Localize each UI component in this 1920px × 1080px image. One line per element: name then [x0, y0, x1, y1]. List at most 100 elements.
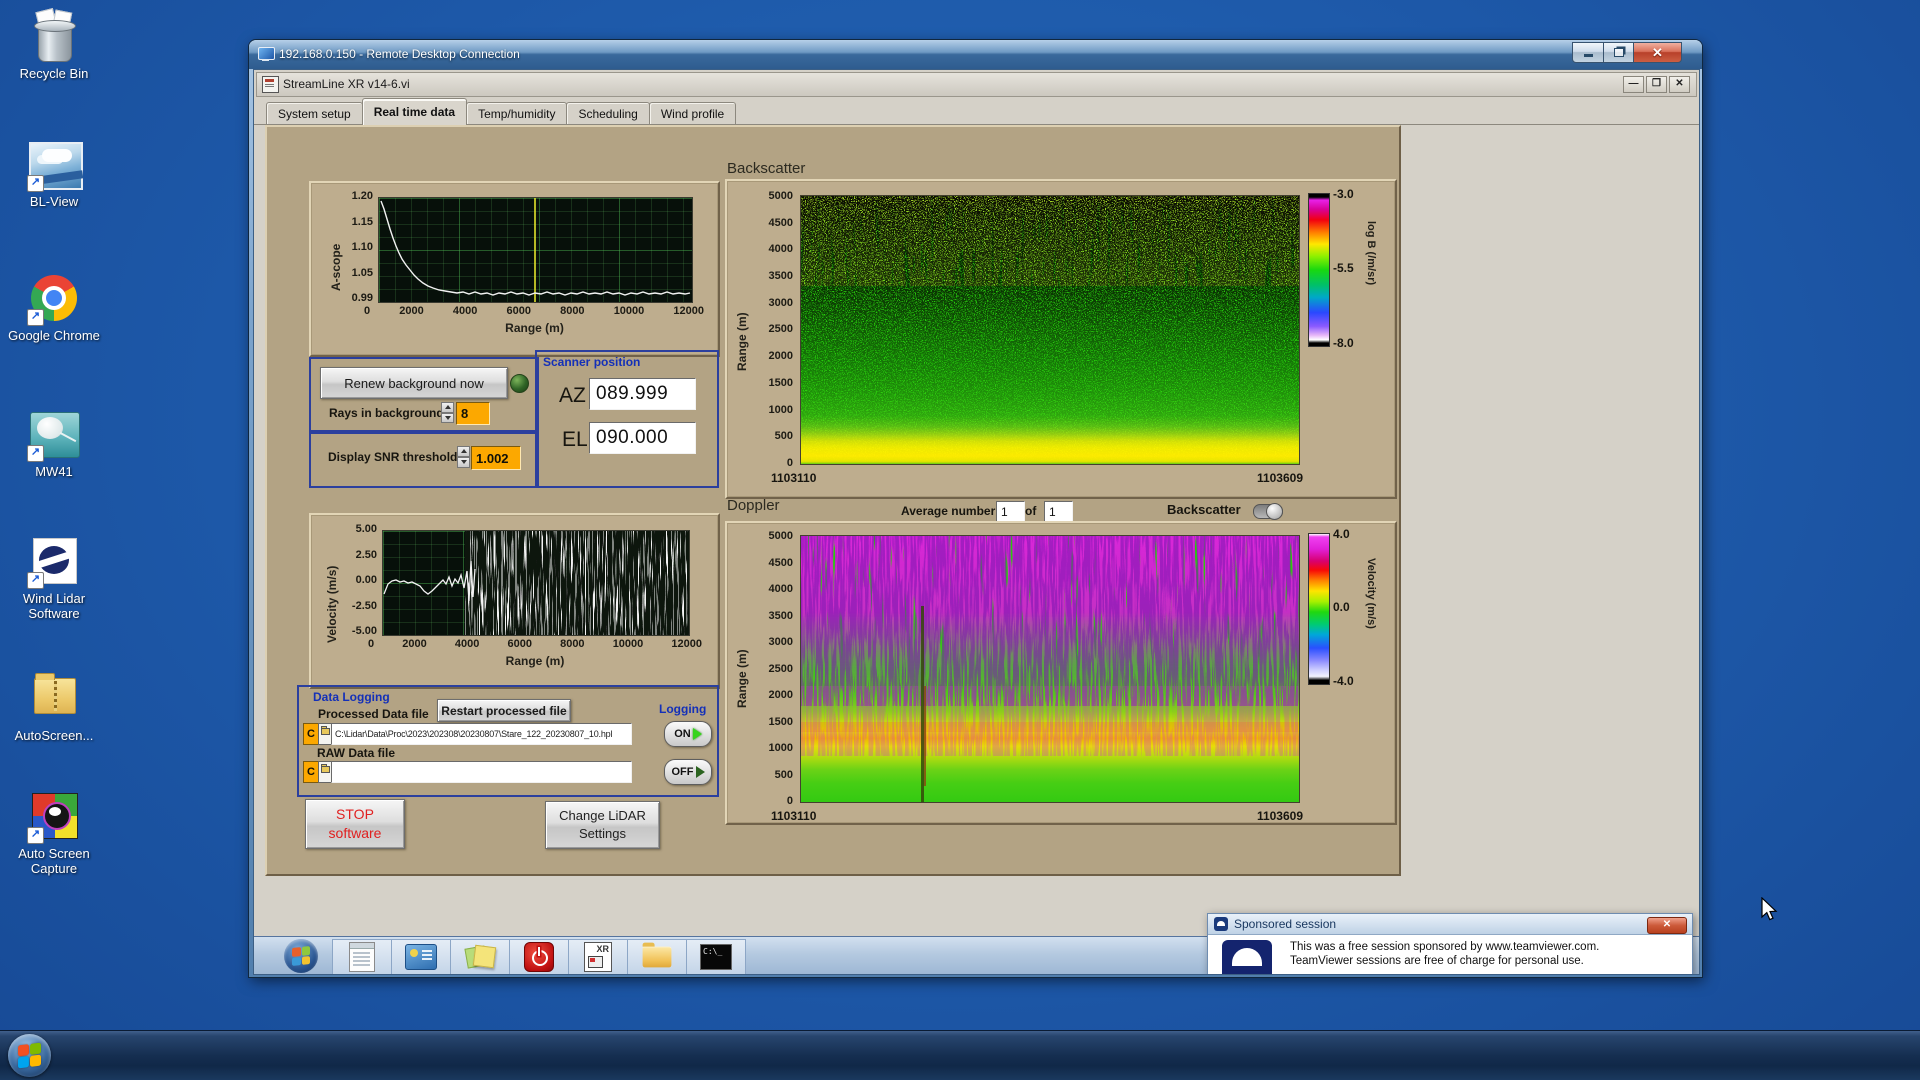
start-button[interactable]	[8, 1034, 51, 1077]
front-panel: A-scope 1.20 1.15 1.10 1.05 0.99 0 2000 4000 60…	[265, 125, 1401, 876]
backscatter-yticks: 5000 4500 4000 3500 3000 2500 2000 1500 1000 500 0	[751, 190, 793, 469]
axis-tick: 0	[786, 795, 793, 807]
axis-tick: 3500	[768, 270, 793, 283]
mw41-icon: ↗	[25, 408, 83, 462]
axis-tick: 4000	[768, 243, 793, 256]
colorbar-tick: -8.0	[1333, 336, 1354, 350]
desktop-icon-mw41[interactable]: ↗ MW41	[4, 408, 104, 480]
processed-path-field[interactable]: C:\Lidar\Data\Proc\2023\202308\20230807\…	[331, 723, 632, 745]
teamviewer-popup-title: Sponsored session	[1234, 917, 1337, 931]
az-label: AZ	[559, 384, 586, 407]
xr-app-icon: XR	[584, 942, 612, 972]
az-value-field[interactable]: 089.999	[589, 378, 696, 410]
axis-tick: 2000	[399, 305, 424, 317]
chrome-icon: ↗	[25, 272, 83, 326]
session-start-button[interactable]	[284, 939, 318, 973]
axis-tick: 500	[774, 430, 793, 443]
axis-tick: 0	[368, 638, 375, 650]
rays-label: Rays in background	[329, 406, 444, 420]
close-button[interactable]: ✕	[1633, 42, 1682, 63]
backscatter-doppler-toggle[interactable]	[1253, 503, 1283, 520]
raw-browse-icon[interactable]	[318, 761, 332, 783]
shortcut-arrow-icon: ↗	[27, 572, 44, 589]
session-taskbar-file-explorer[interactable]	[627, 939, 687, 974]
axis-tick: 2500	[768, 323, 793, 336]
session-taskbar-display-settings[interactable]	[391, 939, 451, 974]
stop-software-button[interactable]: STOP software	[305, 799, 405, 849]
session-taskbar-notepad[interactable]	[332, 939, 392, 974]
rays-spinner[interactable]	[441, 402, 454, 423]
colorbar-tick: 4.0	[1333, 527, 1350, 541]
shortcut-arrow-icon: ↗	[27, 309, 44, 326]
zip-folder-icon	[25, 672, 83, 726]
sticky-notes-icon	[464, 944, 497, 970]
average-of-field[interactable]: 1	[1044, 501, 1073, 522]
mouse-cursor	[1761, 897, 1778, 921]
rdp-window-title: 192.168.0.150 - Remote Desktop Connectio…	[279, 47, 520, 61]
windows-start-icon	[292, 946, 310, 966]
minimize-button[interactable]	[1572, 42, 1604, 63]
axis-tick: 1000	[768, 742, 793, 754]
session-taskbar-command-prompt[interactable]: C:\_	[686, 939, 746, 974]
raw-drive-selector[interactable]: C	[303, 761, 319, 783]
tab-real-time-data[interactable]: Real time data	[361, 98, 468, 125]
desktop-icon-google-chrome[interactable]: ↗ Google Chrome	[4, 272, 104, 344]
data-logging-title: Data Logging	[313, 690, 390, 704]
backscatter-toggle-label: Backscatter	[1167, 502, 1241, 517]
restart-processed-file-button[interactable]: Restart processed file	[437, 699, 571, 722]
axis-tick: 1.10	[351, 241, 373, 253]
axis-tick: 0	[786, 456, 793, 469]
renew-background-button[interactable]: Renew background now	[320, 367, 508, 399]
snr-label: Display SNR threshold	[328, 450, 458, 464]
session-taskbar-sticky-notes[interactable]	[450, 939, 510, 974]
tab-wind-profile[interactable]: Wind profile	[648, 102, 737, 125]
axis-tick: 0	[364, 305, 371, 317]
app-title-bar[interactable]: StreamLine XR v14-6.vi — ❐ ✕	[256, 72, 1697, 97]
desktop-icon-autoscreen-zip[interactable]: AutoScreen...	[4, 672, 104, 744]
average-number-field[interactable]: 1	[996, 501, 1025, 522]
snr-value-field[interactable]: 1.002	[471, 446, 521, 470]
app-minimize-button[interactable]: —	[1623, 76, 1644, 93]
processed-browse-icon[interactable]	[318, 723, 332, 745]
raw-path-field[interactable]	[331, 761, 632, 783]
backscatter-x-end: 1103609	[1256, 471, 1303, 485]
session-taskbar-power[interactable]	[509, 939, 569, 974]
rdp-window-icon	[258, 46, 275, 62]
el-label: EL	[562, 428, 588, 451]
processed-data-file-label: Processed Data file	[318, 707, 429, 721]
tab-temp-humidity[interactable]: Temp/humidity	[466, 102, 568, 125]
teamviewer-popup-close-button[interactable]: ✕	[1647, 917, 1687, 934]
colorbar-tick: -3.0	[1333, 187, 1354, 201]
tab-scheduling[interactable]: Scheduling	[566, 102, 650, 125]
app-maximize-button[interactable]: ❐	[1646, 76, 1667, 93]
axis-tick: 1500	[768, 376, 793, 389]
bl-view-icon: ↗	[25, 138, 84, 192]
session-taskbar-xr-app[interactable]: XR	[568, 939, 628, 974]
background-controls-box: Renew background now Rays in background …	[309, 357, 539, 434]
axis-tick: 4500	[768, 556, 793, 569]
teamviewer-message-line2: TeamViewer sessions are free of charge f…	[1290, 955, 1584, 967]
desktop-icon-bl-view[interactable]: ↗ BL-View	[4, 138, 104, 210]
tab-system-setup[interactable]: System setup	[266, 102, 363, 125]
desktop-icon-wind-lidar[interactable]: ↗ Wind Lidar Software	[4, 535, 104, 621]
axis-tick: 6000	[507, 638, 532, 650]
doppler-x-end: 1103609	[1256, 809, 1303, 823]
change-lidar-settings-button[interactable]: Change LiDAR Settings	[545, 801, 660, 849]
app-close-button[interactable]: ✕	[1669, 76, 1690, 93]
snr-spinner[interactable]	[457, 446, 470, 468]
el-value-field[interactable]: 090.000	[589, 422, 696, 454]
desktop-icon-recycle-bin[interactable]: Recycle Bin	[4, 8, 104, 82]
rdp-title-bar[interactable]: 192.168.0.150 - Remote Desktop Connectio…	[249, 40, 1702, 69]
desktop-icon-auto-screen-capture[interactable]: ↗ Auto Screen Capture	[4, 790, 104, 876]
windows-taskbar: e ⤫ ▲ ✕ 10:10 07/08/202	[0, 1030, 1920, 1080]
colorbar-tick: -4.0	[1333, 674, 1354, 688]
raw-logging-off-button[interactable]: OFF	[664, 759, 712, 785]
display-settings-icon	[405, 944, 437, 970]
backscatter-title: Backscatter	[727, 160, 806, 177]
teamviewer-popup-title-bar[interactable]: Sponsored session ✕	[1208, 914, 1692, 935]
rays-value-field[interactable]: 8	[456, 402, 490, 425]
data-logging-box: Data Logging Processed Data file Restart…	[297, 685, 719, 797]
restore-button[interactable]	[1604, 42, 1633, 63]
processed-drive-selector[interactable]: C	[303, 723, 319, 745]
processed-logging-on-button[interactable]: ON	[664, 721, 712, 747]
